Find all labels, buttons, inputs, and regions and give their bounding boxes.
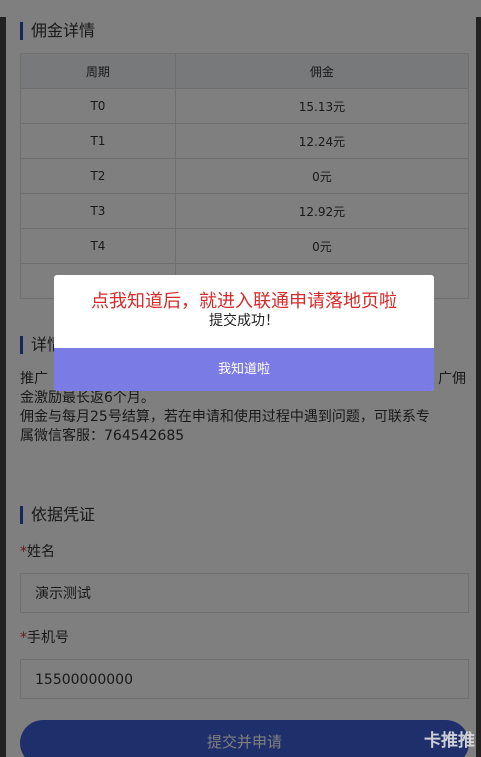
ok-button[interactable]: 我知道啦 bbox=[54, 348, 434, 391]
success-modal: 点我知道后，就进入联通申请落地页啦 提交成功！ 我知道啦 bbox=[54, 275, 434, 391]
modal-message: 提交成功！ bbox=[209, 313, 279, 329]
watermark-logo: 卡推推 bbox=[424, 731, 475, 751]
